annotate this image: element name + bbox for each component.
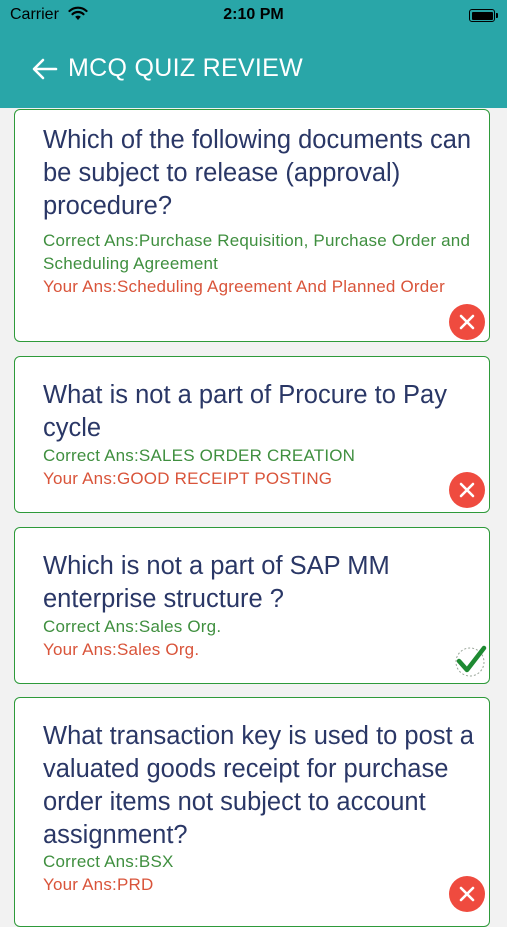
clock-time: 2:10 PM (223, 6, 284, 23)
battery-icon (469, 9, 498, 22)
question-text: What transaction key is used to post a v… (43, 722, 474, 849)
question-text: What is not a part of Procure to Pay cyc… (43, 381, 447, 442)
question-text: Which of the following documents can be … (43, 126, 472, 220)
question-card: What is not a part of Procure to Pay cyc… (14, 356, 490, 513)
your-answer: Your Ans:Sales Org. (43, 640, 200, 659)
status-bar: Carrier 2:10 PM (0, 0, 507, 30)
back-arrow-icon[interactable] (30, 54, 60, 84)
correct-answer: Correct Ans:SALES ORDER CREATION (43, 446, 356, 465)
question-text: Which is not a part of SAP MM enterprise… (43, 552, 390, 613)
correct-answer: Correct Ans:BSX (43, 852, 174, 871)
your-answer: Your Ans:PRD (43, 875, 154, 894)
close-icon[interactable] (449, 304, 485, 340)
check-icon[interactable] (452, 642, 488, 678)
close-icon[interactable] (449, 876, 485, 912)
your-answer: Your Ans:GOOD RECEIPT POSTING (43, 469, 333, 488)
your-answer: Your Ans:Scheduling Agreement And Planne… (43, 277, 445, 296)
question-card: Which of the following documents can be … (14, 109, 490, 342)
close-icon[interactable] (449, 472, 485, 508)
question-card: Which is not a part of SAP MM enterprise… (14, 527, 490, 684)
correct-answer: Correct Ans:Sales Org. (43, 617, 222, 636)
app-bar: MCQ QUIZ REVIEW (0, 30, 507, 108)
page-title: MCQ QUIZ REVIEW (68, 54, 304, 82)
question-card: What transaction key is used to post a v… (14, 697, 490, 927)
correct-answer: Correct Ans:Purchase Requisition, Purcha… (43, 231, 471, 273)
